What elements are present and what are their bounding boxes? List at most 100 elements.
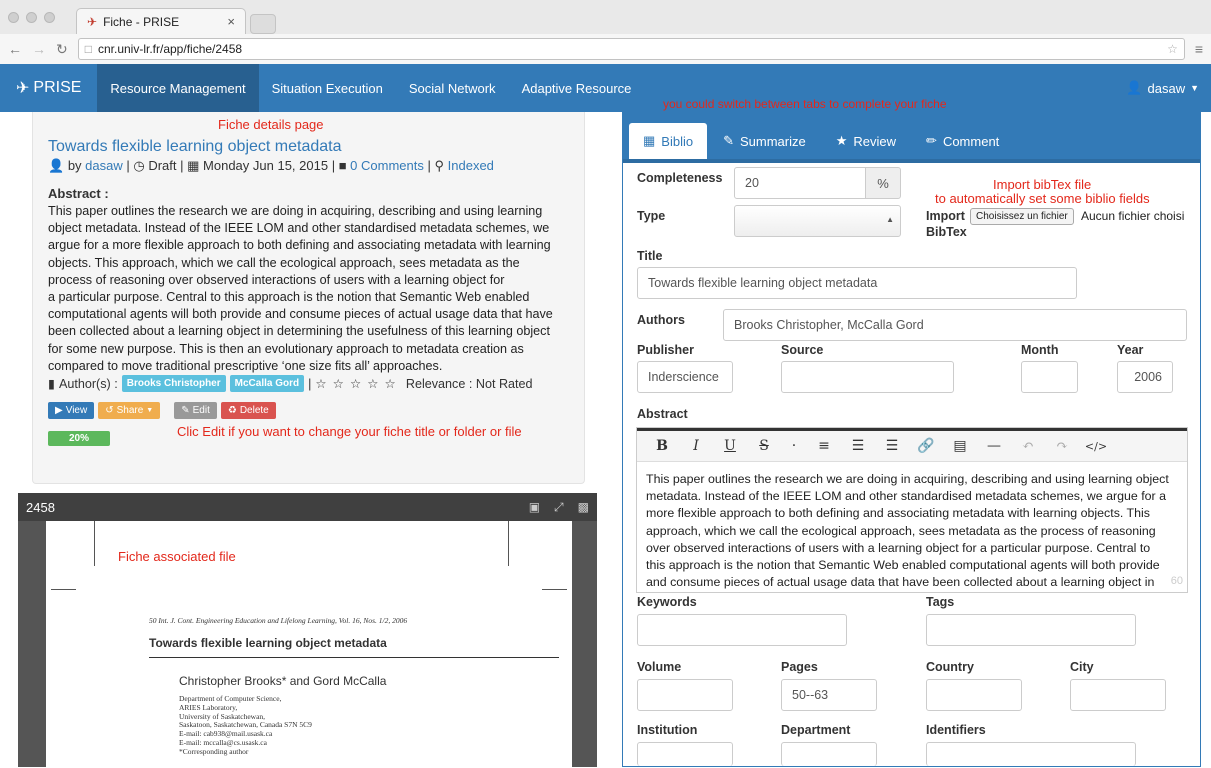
app-navbar: ✈ PRISE Resource Management Situation Exe… (0, 64, 1211, 112)
identifiers-input[interactable] (926, 742, 1136, 766)
font-size-icon[interactable]: · (781, 438, 807, 454)
month-input[interactable] (1021, 361, 1078, 393)
new-tab-button[interactable] (250, 14, 276, 34)
city-input[interactable] (1070, 679, 1166, 711)
calendar-icon: ▦ (187, 158, 200, 173)
underline-icon[interactable]: U (713, 438, 747, 454)
presentation-icon[interactable]: ▣ (529, 500, 540, 515)
back-icon[interactable]: ← (8, 41, 22, 57)
tab-biblio[interactable]: ▦ Biblio (629, 123, 708, 159)
image-icon[interactable]: ▤ (943, 438, 977, 454)
browser-chrome: ✈ Fiche - PRISE × ← → ↻ □ cnr.univ-lr.fr… (0, 0, 1211, 64)
bibtex-label: BibTex (926, 225, 967, 239)
abstract-line: compared to move traditional prescriptiv… (48, 358, 443, 373)
link-icon[interactable]: 🔗 (909, 438, 943, 454)
title-input[interactable]: Towards flexible learning object metadat… (637, 267, 1077, 299)
view-button[interactable]: ▶ View (48, 402, 95, 419)
city-label: City (1070, 660, 1094, 674)
author-tag[interactable]: Brooks Christopher (121, 375, 226, 392)
url-input[interactable]: □ cnr.univ-lr.fr/app/fiche/2458 ☆ (77, 38, 1185, 60)
type-select[interactable]: ▲ (734, 205, 901, 237)
fiche-title[interactable]: Towards flexible learning object metadat… (48, 138, 342, 156)
annotation-switch-tabs: you could switch between tabs to complet… (663, 97, 947, 111)
tab-summarize[interactable]: ✎ Summarize (709, 123, 820, 159)
pages-input[interactable]: 50--63 (781, 679, 877, 711)
source-label: Source (781, 343, 824, 357)
brand-link[interactable]: ✈ PRISE (0, 64, 97, 112)
department-input[interactable] (781, 742, 877, 766)
undo-icon[interactable]: ↶ (1011, 438, 1045, 454)
grid-icon: ▦ (643, 133, 656, 148)
rating-stars[interactable]: ☆☆☆☆☆ (315, 376, 401, 391)
forward-icon[interactable]: → (32, 41, 46, 57)
author-tag[interactable]: McCalla Gord (229, 375, 305, 392)
abstract-textarea[interactable]: This paper outlines the research we are … (637, 462, 1187, 592)
fullscreen-icon[interactable]: ⤢ (554, 500, 564, 515)
edit-icon: ✎ (723, 133, 734, 148)
strikethrough-icon[interactable]: S (747, 438, 781, 454)
reload-icon[interactable]: ↻ (56, 41, 68, 58)
abstract-line: This paper outlines the research we are … (48, 204, 543, 218)
list-ordered-icon[interactable]: ☰ (841, 438, 875, 454)
completeness-progress: 20% (48, 431, 110, 446)
brand-icon: ✈ (16, 80, 30, 97)
form-tabs: ▦ Biblio ✎ Summarize ★ Review ✏ Comment (623, 113, 1200, 159)
tags-input[interactable] (926, 614, 1136, 646)
nav-situation-execution[interactable]: Situation Execution (259, 64, 396, 112)
code-view-icon[interactable]: </> (1079, 440, 1113, 453)
keywords-label: Keywords (637, 595, 697, 609)
authors-label: Authors (637, 313, 685, 327)
abstract-line: for some new purpose. This is then an ev… (48, 341, 524, 356)
tab-comment[interactable]: ✏ Comment (912, 123, 1013, 159)
paper-authors: Christopher Brooks* and Gord McCalla (179, 674, 387, 688)
share-button[interactable]: ↺ Share ▼ (98, 402, 161, 419)
source-input[interactable] (781, 361, 954, 393)
browser-tab[interactable]: ✈ Fiche - PRISE × (76, 8, 246, 34)
author-link[interactable]: dasaw (85, 158, 123, 173)
select-arrows-icon: ▲ (886, 215, 894, 224)
authors-input[interactable]: Brooks Christopher, McCalla Gord (723, 309, 1187, 341)
nav-adaptive-resource[interactable]: Adaptive Resource (509, 64, 645, 112)
prise-logo-icon: ✈ (87, 14, 98, 29)
action-buttons: ▶ View ↺ Share ▼ ✎ Edit ♻ Delete (48, 402, 276, 419)
comment-icon: ■ (338, 158, 347, 173)
align-icon[interactable]: ≡ (807, 438, 841, 454)
indexed-link[interactable]: Indexed (448, 158, 494, 173)
bookmark-star-icon[interactable]: ☆ (1167, 42, 1178, 56)
institution-input[interactable] (637, 742, 733, 766)
comments-link[interactable]: 0 Comments (350, 158, 424, 173)
redo-icon[interactable]: ↷ (1045, 438, 1079, 454)
keywords-input[interactable] (637, 614, 847, 646)
italic-icon[interactable]: I (679, 438, 713, 454)
minimize-dot[interactable] (26, 12, 37, 23)
horizontal-rule-icon[interactable]: — (977, 438, 1011, 454)
address-bar-row: ← → ↻ □ cnr.univ-lr.fr/app/fiche/2458 ☆ … (0, 34, 1211, 64)
type-label: Type (637, 209, 666, 223)
volume-input[interactable] (637, 679, 733, 711)
close-dot[interactable] (8, 12, 19, 23)
country-input[interactable] (926, 679, 1022, 711)
title-label: Title (637, 249, 663, 263)
nav-social-network[interactable]: Social Network (396, 64, 509, 112)
nav-resource-management[interactable]: Resource Management (97, 64, 259, 112)
completeness-input[interactable]: 20 (734, 167, 866, 199)
user-menu[interactable]: 👤 dasaw ▼ (1114, 80, 1211, 96)
zoom-dot[interactable] (44, 12, 55, 23)
year-input[interactable]: 2006 (1117, 361, 1173, 393)
edit-button[interactable]: ✎ Edit (174, 402, 217, 419)
book-icon: ▮ (48, 377, 55, 391)
date-text: Monday Jun 15, 2015 (203, 158, 329, 173)
bold-icon[interactable]: B (645, 438, 679, 454)
publisher-input[interactable]: Inderscience (637, 361, 733, 393)
tab-review[interactable]: ★ Review (822, 123, 910, 159)
list-unordered-icon[interactable]: ☰ (875, 438, 909, 454)
delete-button[interactable]: ♻ Delete (220, 402, 276, 419)
menu-icon[interactable]: ≡ (1195, 41, 1203, 57)
tab-close-icon[interactable]: × (227, 14, 235, 29)
choose-file-button[interactable]: Choisissez un fichier (970, 208, 1074, 225)
brand-name: PRISE (33, 79, 82, 96)
download-icon[interactable]: ▩ (578, 500, 589, 515)
window-controls[interactable] (8, 12, 55, 23)
no-file-text: Aucun fichier choisi (1081, 209, 1185, 223)
abstract-line: computational agents will both provide a… (48, 307, 553, 322)
